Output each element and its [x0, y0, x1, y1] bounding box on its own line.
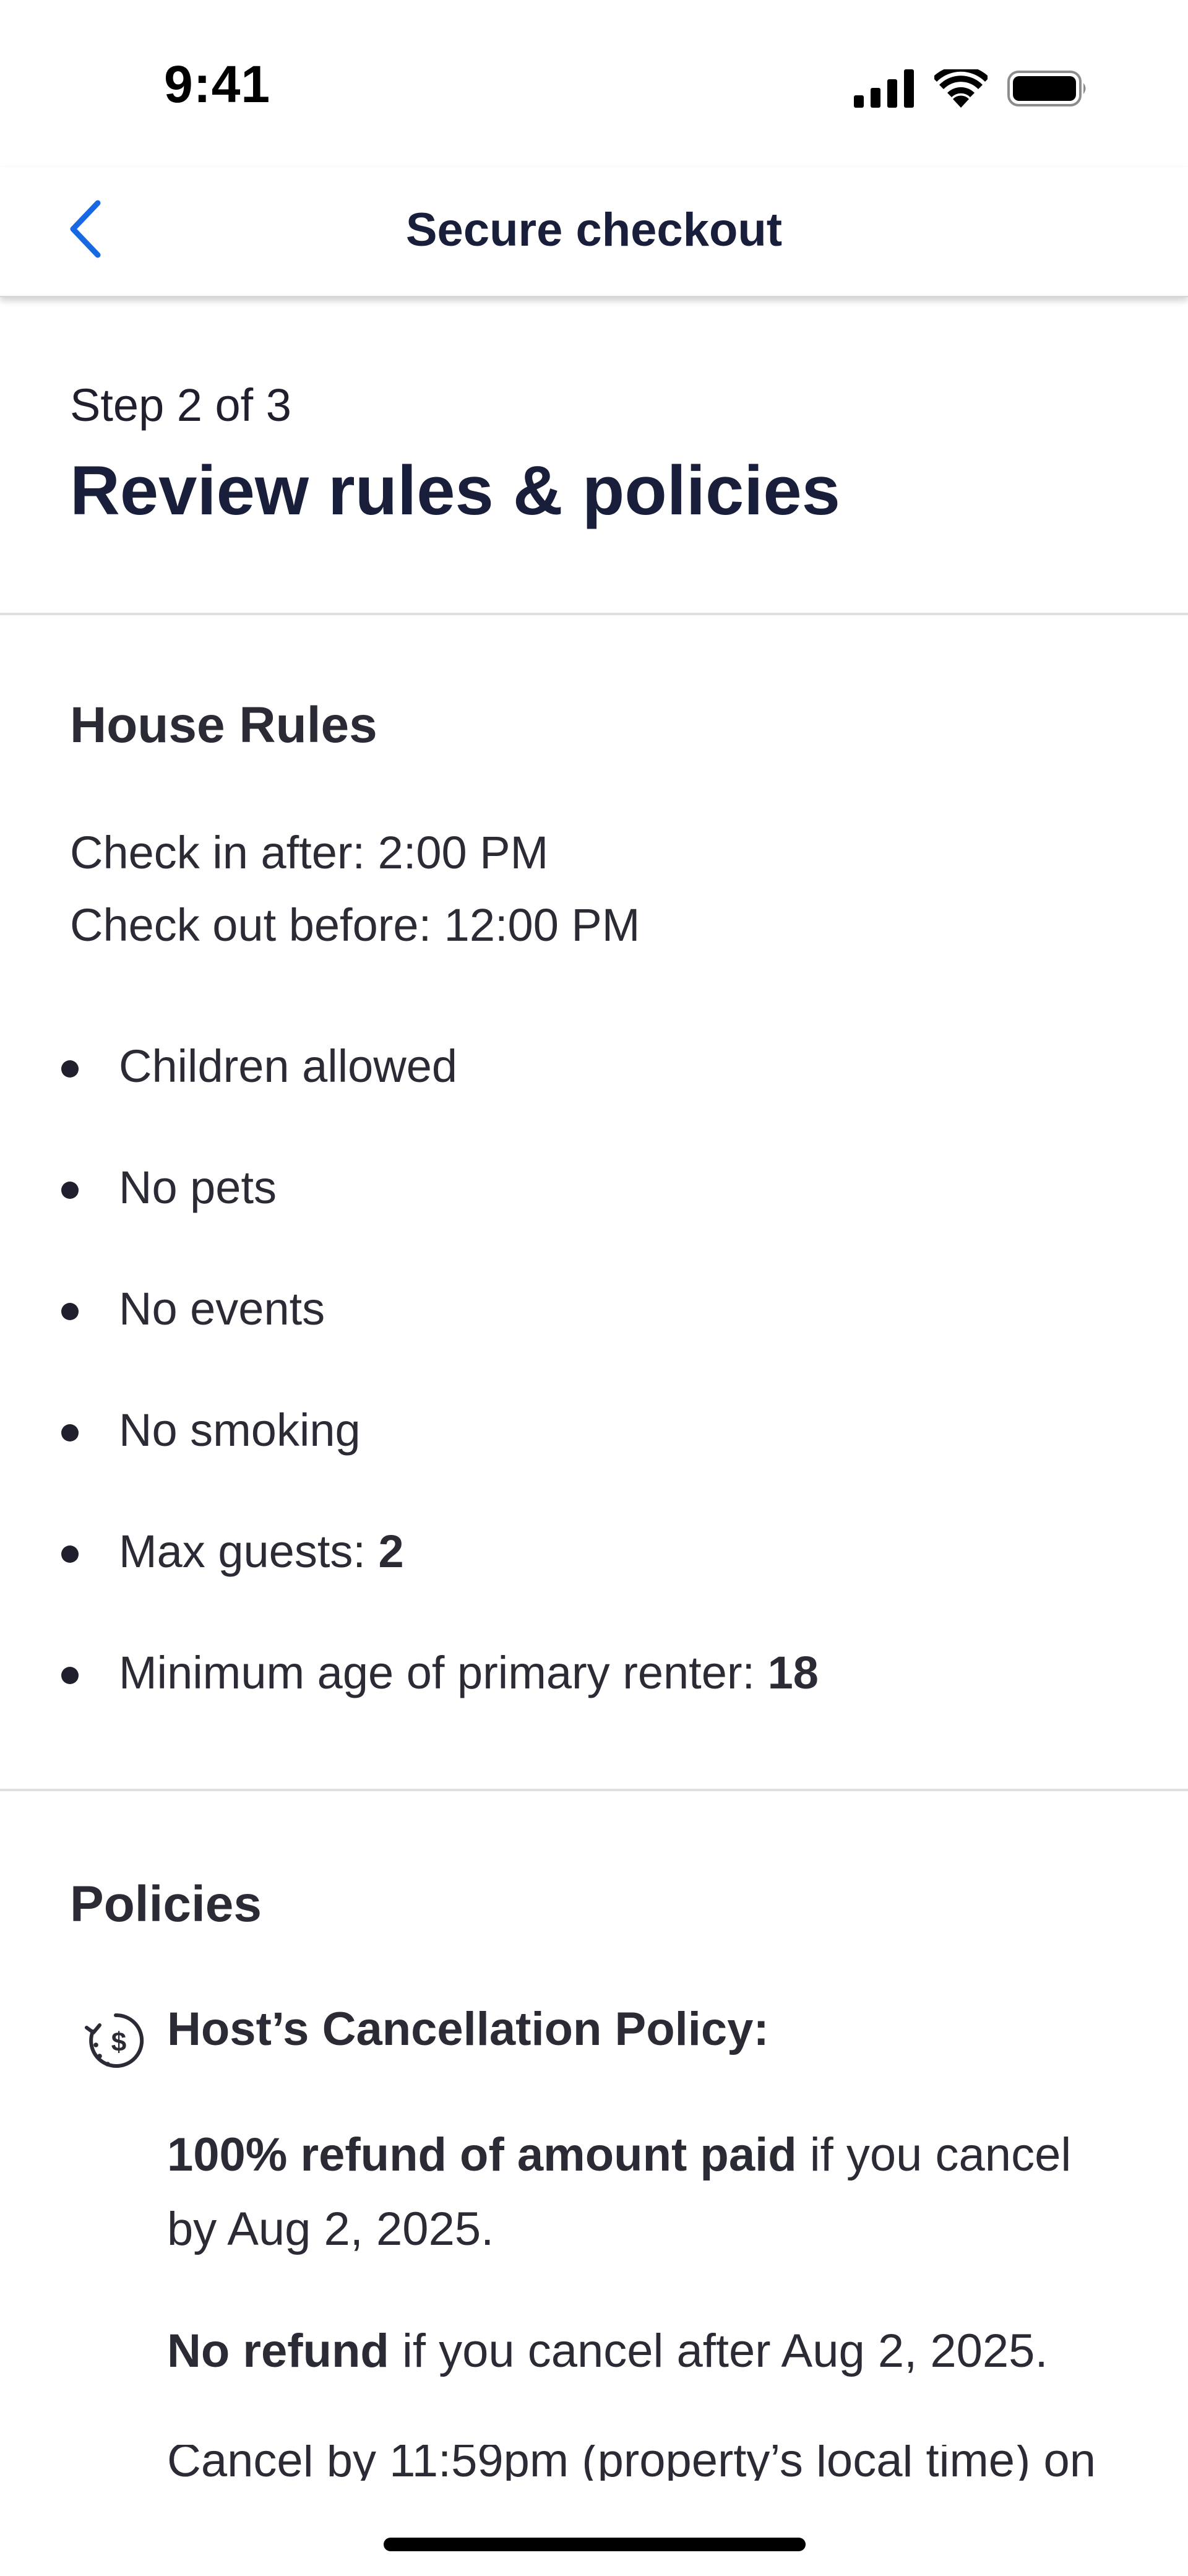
page-title: Review rules & policies — [70, 452, 840, 529]
bullet-icon — [61, 1060, 79, 1078]
rule-item-smoking: No smoking — [0, 1404, 1188, 1525]
rule-text: Children allowed — [119, 1040, 458, 1092]
bullet-icon — [61, 1424, 79, 1441]
rule-text: Max guests: 2 — [119, 1526, 404, 1577]
nav-title: Secure checkout — [405, 204, 783, 256]
house-rules-title: House Rules — [70, 697, 377, 753]
max-guests-value: 2 — [378, 1526, 404, 1577]
refund-clock-icon: $ — [85, 2013, 144, 2068]
status-time: 9:41 — [164, 55, 271, 113]
section-divider — [0, 613, 1188, 615]
house-rules-list: Children allowed No pets No events No sm… — [0, 1040, 1188, 1768]
bullet-icon — [61, 1182, 79, 1199]
wifi-icon — [934, 69, 988, 108]
bullet-icon — [61, 1303, 79, 1320]
check-out-time: Check out before: 12:00 PM — [70, 899, 640, 951]
rule-item-pets: No pets — [0, 1161, 1188, 1282]
status-icons — [854, 67, 1089, 110]
cellular-signal-icon — [854, 69, 914, 108]
nav-bar: Secure checkout — [0, 167, 1188, 297]
bullet-icon — [61, 1667, 79, 1684]
bullet-icon — [61, 1545, 79, 1563]
home-indicator[interactable] — [384, 2538, 806, 2551]
section-divider — [0, 1789, 1188, 1791]
rule-text: No smoking — [119, 1404, 361, 1456]
rule-item-minimum-age: Minimum age of primary renter: 18 — [0, 1646, 1188, 1768]
policies-title: Policies — [70, 1876, 262, 1932]
rule-text: No pets — [119, 1162, 277, 1213]
check-in-time: Check in after: 2:00 PM — [70, 827, 549, 878]
cancellation-policy-heading: Host’s Cancellation Policy: — [167, 2003, 769, 2055]
no-refund-text: No refund if you cancel after Aug 2, 202… — [167, 2325, 1048, 2377]
rule-item-max-guests: Max guests: 2 — [0, 1525, 1188, 1646]
cancel-deadline-text: Cancel by 11:59pm (property’s local time… — [167, 2445, 1096, 2481]
rule-text: No events — [119, 1283, 325, 1334]
rule-item-children: Children allowed — [0, 1040, 1188, 1161]
battery-icon — [1007, 71, 1086, 106]
full-refund-text: 100% refund of amount paid if you cancel… — [167, 2129, 1072, 2255]
rule-text: Minimum age of primary renter: 18 — [119, 1647, 819, 1698]
minimum-age-value: 18 — [767, 1647, 819, 1698]
svg-text:$: $ — [111, 2027, 126, 2057]
status-bar: 9:41 — [0, 0, 1188, 167]
step-indicator: Step 2 of 3 — [70, 379, 291, 431]
rule-item-events: No events — [0, 1282, 1188, 1404]
